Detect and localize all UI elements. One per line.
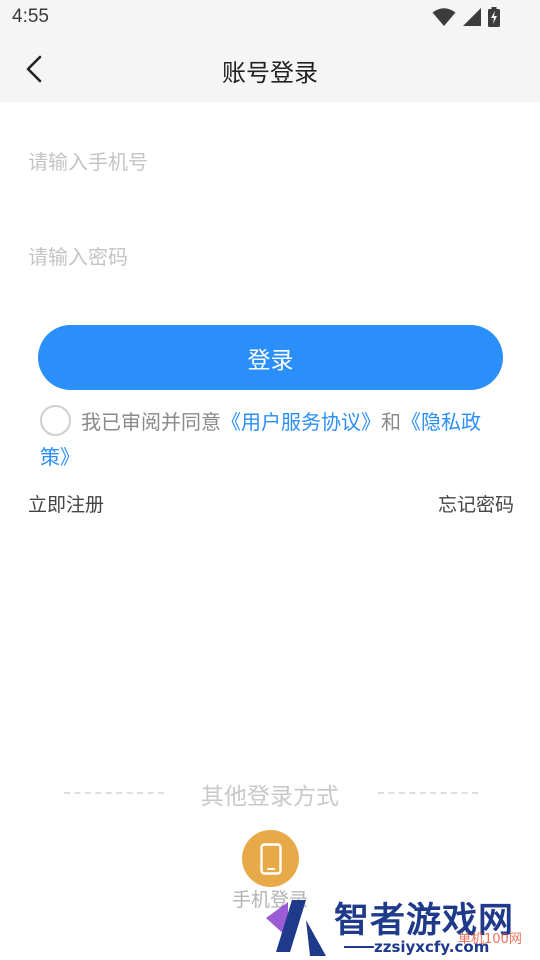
- watermark: 智者游戏网 zzsiyxcfy.com 单机100网: [262, 890, 540, 960]
- status-bar: 4:55: [0, 0, 540, 36]
- login-button[interactable]: 登录: [38, 325, 503, 390]
- smartphone-icon: [259, 842, 282, 875]
- agree-checkbox[interactable]: [40, 405, 71, 436]
- wifi-icon: [432, 8, 456, 26]
- watermark-tag: 单机100网: [458, 932, 522, 947]
- password-input[interactable]: [28, 237, 512, 277]
- forgot-password-link[interactable]: 忘记密码: [438, 490, 514, 517]
- status-icons: [432, 7, 500, 27]
- other-login-divider: 其他登录方式: [0, 777, 540, 811]
- phone-input[interactable]: [28, 142, 512, 182]
- register-link[interactable]: 立即注册: [28, 490, 104, 517]
- watermark-logo-icon: [266, 900, 326, 956]
- agreement-and: 和: [381, 410, 401, 434]
- page-title: 账号登录: [222, 59, 318, 87]
- nav-bar: 账号登录: [0, 36, 540, 102]
- agreement-text: 我已审阅并同意《用户服务协议》和《隐私政策》: [40, 405, 510, 475]
- watermark-line: [344, 946, 374, 948]
- battery-charging-icon: [488, 7, 500, 27]
- login-button-label: 登录: [247, 347, 294, 374]
- signal-icon: [463, 8, 481, 26]
- user-agreement-link[interactable]: 《用户服务协议》: [221, 410, 381, 434]
- phone-login-button[interactable]: [242, 830, 299, 887]
- other-login-title: 其他登录方式: [201, 784, 339, 810]
- agreement-prefix: 我已审阅并同意: [81, 410, 221, 434]
- status-time: 4:55: [12, 6, 49, 27]
- divider-line-right: [378, 792, 478, 794]
